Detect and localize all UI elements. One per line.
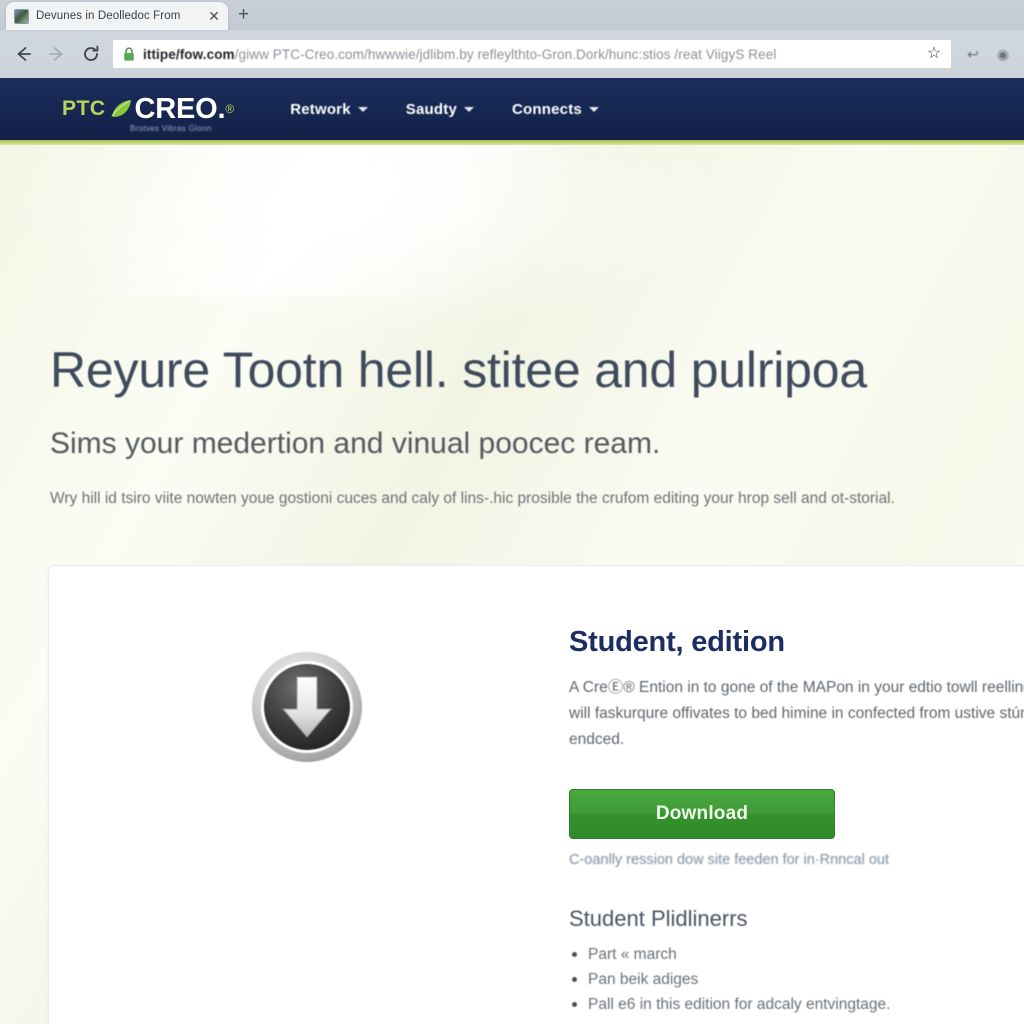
nav-item-retwork[interactable]: Retwork	[290, 101, 368, 118]
student-edition-panel: Student, edition A CreⒺ® Ention in to go…	[569, 626, 1024, 1024]
nav-item-label: Saudty	[405, 100, 457, 118]
browser-tab[interactable]: Devunes in Deolledoc From ✕	[6, 2, 228, 30]
forward-arrow-icon[interactable]	[40, 37, 74, 71]
tab-strip: Devunes in Deolledoc From ✕ +	[0, 0, 1024, 30]
leaf-icon	[108, 97, 134, 121]
nav-item-connects[interactable]: Connects	[512, 101, 599, 118]
list-item: Part « march	[569, 942, 1024, 967]
chevron-down-icon	[357, 106, 368, 112]
requirements-list: Part « march Pan beik adiges Pall e6 in …	[569, 942, 1024, 1017]
list-item: Pall e6 in this edition for adcaly entvi…	[569, 992, 1024, 1017]
nav-item-label: Connects	[512, 100, 582, 118]
browser-toolbar: ittipe/fow.com/giww PTC-Creo.com/hwwwie/…	[0, 30, 1024, 78]
new-tab-button[interactable]: +	[238, 4, 249, 26]
page-subtitle: Sims your medertion and vinual poocec re…	[50, 427, 661, 460]
logo-creo-text: CREO.	[134, 92, 226, 125]
lock-icon	[124, 46, 134, 61]
chevron-down-icon	[464, 106, 474, 112]
tab-title: Devunes in Deolledoc From	[36, 10, 181, 22]
nav-item-label: Retwork	[290, 100, 351, 118]
requirements-title: Student Plidlinerrs	[569, 906, 748, 931]
url-host: ittipe/fow.com	[143, 46, 235, 62]
close-icon[interactable]: ✕	[206, 8, 222, 25]
panel-title: Student, edition	[569, 626, 785, 658]
page-body-text: Wry hill id tsiro viite nowten youe gost…	[50, 490, 895, 507]
site-navbar: PTC CREO. ® Brotves Vibras Glonn Retwork…	[0, 78, 1024, 145]
reload-icon[interactable]	[74, 37, 108, 71]
url-path: /giww PTC-Creo.com/hwwwie/jdlibm.by refl…	[234, 46, 777, 62]
logo-tagline: Brotves Vibras Glonn	[130, 123, 212, 133]
extension-icon-2[interactable]: ◉	[988, 39, 1018, 69]
page-hero: Reyure Tootn hell. stitee and pulripoa S…	[0, 145, 1024, 1024]
download-helper-link[interactable]: C-oanlly ression dow site feeden for in·…	[569, 852, 1024, 868]
page-title: Reyure Tootn hell. stitee and pulripoa	[50, 342, 868, 398]
download-card: Student, edition A CreⒺ® Ention in to go…	[48, 565, 1024, 1024]
url-text: ittipe/fow.com/giww PTC-Creo.com/hwwwie/…	[143, 47, 921, 62]
hero-decorative-swoosh	[89, 145, 711, 295]
browser-window: Devunes in Deolledoc From ✕ + ittipe/fow…	[0, 0, 1024, 1024]
extension-icon-1[interactable]: ↩	[958, 39, 988, 69]
address-bar[interactable]: ittipe/fow.com/giww PTC-Creo.com/hwwwie/…	[112, 39, 952, 69]
ptc-creo-logo[interactable]: PTC CREO. ® Brotves Vibras Glonn	[62, 92, 235, 133]
site-nav-links: Retwork Saudty Connects	[290, 101, 599, 118]
chevron-down-icon	[588, 106, 599, 112]
logo-ptc-text: PTC	[62, 97, 106, 120]
back-arrow-icon[interactable]	[6, 37, 40, 71]
download-circle-icon[interactable]	[249, 649, 365, 765]
registered-mark: ®	[225, 102, 235, 116]
nav-item-saudty[interactable]: Saudty	[406, 101, 474, 118]
panel-description: A CreⒺ® Ention in to gone of the MAPon i…	[569, 679, 1024, 748]
browser-chrome: Devunes in Deolledoc From ✕ + ittipe/fow…	[0, 0, 1024, 78]
bookmark-star-icon[interactable]: ☆	[921, 46, 947, 62]
download-button[interactable]: Download	[569, 789, 835, 839]
list-item: Pan beik adiges	[569, 967, 1024, 992]
page-favicon-icon	[14, 8, 29, 24]
